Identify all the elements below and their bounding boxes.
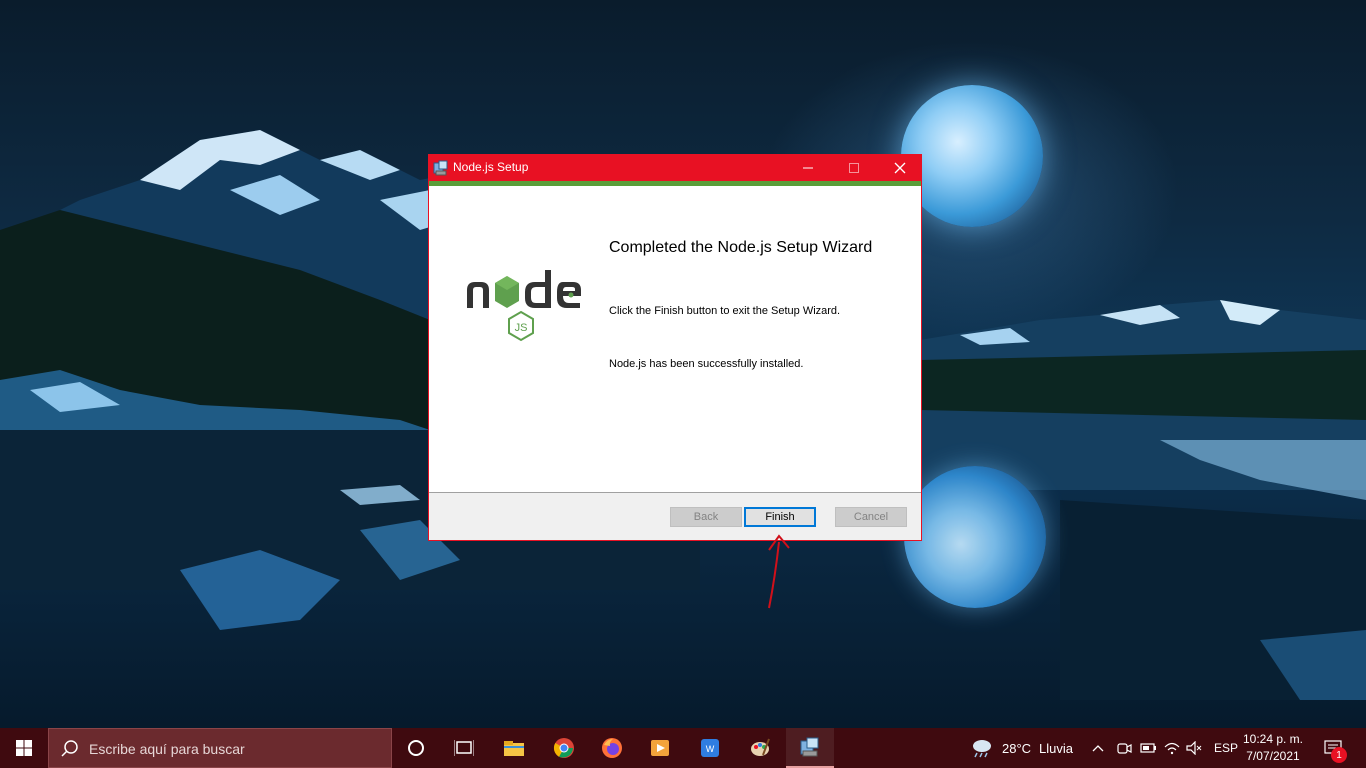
maximize-button[interactable] — [831, 155, 877, 181]
window-title: Node.js Setup — [453, 160, 529, 174]
start-button[interactable] — [0, 728, 48, 768]
media-player-button[interactable] — [636, 728, 684, 768]
install-success-text: Node.js has been successfully installed. — [609, 358, 804, 370]
cancel-button[interactable]: Cancel — [835, 507, 907, 527]
titlebar[interactable]: Node.js Setup — [429, 155, 921, 181]
forest-left — [0, 210, 430, 430]
file-explorer-button[interactable] — [490, 728, 538, 768]
task-view-icon — [454, 740, 474, 756]
task-view-button[interactable] — [440, 728, 488, 768]
red-arrow-annotation — [768, 534, 790, 609]
shore-right — [1060, 440, 1366, 700]
chrome-button[interactable] — [540, 728, 588, 768]
input-language-button[interactable]: ESP — [1214, 728, 1238, 768]
volume-muted-icon — [1186, 741, 1202, 755]
installer-icon — [433, 160, 448, 176]
close-icon — [894, 162, 906, 174]
wifi-icon — [1164, 742, 1180, 755]
language-label: ESP — [1214, 741, 1239, 755]
meet-now-button[interactable] — [1116, 728, 1132, 768]
search-placeholder: Escribe aquí para buscar — [89, 741, 245, 757]
wizard-heading: Completed the Node.js Setup Wizard — [609, 239, 873, 256]
camera-icon — [1117, 743, 1132, 754]
weather-widget[interactable]: 28°C Lluvia — [970, 728, 1073, 768]
svg-text:W: W — [706, 744, 715, 754]
search-icon — [61, 740, 78, 757]
cortana-icon — [408, 740, 424, 756]
logo-js-text: JS — [515, 322, 528, 334]
rain-cloud-icon — [973, 740, 991, 758]
taskbar: Escribe aquí para buscar W 28°C Lluvia E… — [0, 728, 1366, 768]
paint-button[interactable] — [736, 728, 784, 768]
close-button[interactable] — [877, 155, 923, 181]
file-explorer-icon — [504, 741, 524, 756]
weather-condition: Lluvia — [1039, 740, 1074, 756]
firefox-icon — [602, 738, 622, 758]
moon-reflection — [904, 466, 1046, 608]
back-button[interactable]: Back — [670, 507, 742, 527]
finish-instruction-text: Click the Finish button to exit the Setu… — [609, 305, 841, 317]
dialog-content: JS Completed the Node.js Setup Wizard Cl… — [429, 186, 921, 492]
network-button[interactable] — [1164, 728, 1180, 768]
battery-icon — [1140, 743, 1156, 753]
media-player-icon — [651, 740, 669, 756]
chevron-up-icon — [1092, 745, 1104, 752]
minimize-icon — [803, 167, 813, 169]
nodejs-setup-taskbar-button[interactable] — [786, 728, 834, 768]
minimize-button[interactable] — [785, 155, 831, 181]
nodejs-logo: JS — [467, 270, 581, 342]
clock-time: 10:24 p. m. — [1242, 732, 1304, 746]
taskbar-search-box[interactable]: Escribe aquí para buscar — [48, 728, 392, 768]
cortana-button[interactable] — [392, 728, 440, 768]
maximize-icon — [849, 163, 859, 173]
paint-icon — [751, 738, 770, 756]
notification-badge: 1 — [1331, 747, 1347, 763]
wps-office-icon: W — [701, 739, 719, 757]
finish-button[interactable]: Finish — [744, 507, 816, 527]
nodejs-setup-icon — [800, 737, 819, 757]
show-hidden-icons-button[interactable] — [1092, 728, 1104, 768]
wps-office-button[interactable]: W — [686, 728, 734, 768]
volume-button[interactable] — [1186, 728, 1202, 768]
weather-temp: 28°C — [1002, 740, 1032, 756]
windows-logo-icon — [16, 740, 32, 756]
clock[interactable]: 10:24 p. m. 7/07/2021 — [1238, 731, 1308, 765]
chrome-icon — [553, 738, 574, 758]
nodejs-setup-dialog: Node.js Setup JS Completed the Node.js S… — [428, 154, 922, 541]
firefox-button[interactable] — [588, 728, 636, 768]
clock-date: 7/07/2021 — [1246, 749, 1300, 763]
dialog-footer: Back Finish Cancel — [429, 492, 921, 540]
battery-button[interactable] — [1140, 728, 1158, 768]
